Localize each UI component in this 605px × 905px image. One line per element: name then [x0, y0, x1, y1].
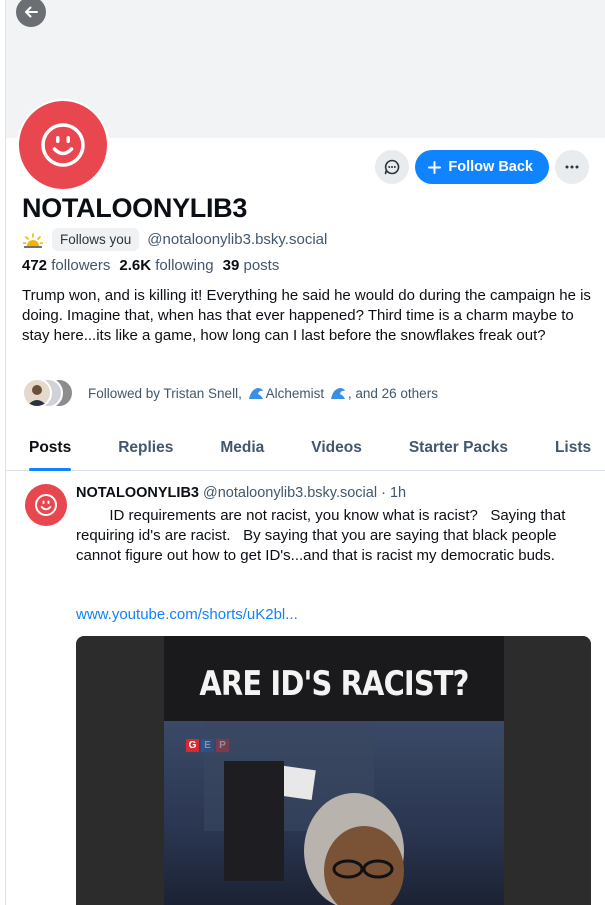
sun-icon [22, 230, 44, 250]
more-options-button[interactable] [555, 150, 589, 184]
tab-starter-packs[interactable]: Starter Packs [409, 425, 508, 470]
follow-back-button[interactable]: Follow Back [415, 150, 549, 184]
back-arrow-icon [25, 6, 38, 18]
person-thumbnail-image [204, 721, 404, 905]
tab-media[interactable]: Media [220, 425, 264, 470]
video-frame: ARE ID'S RACIST? GEP [164, 636, 504, 905]
following-stat[interactable]: 2.6K following [119, 257, 213, 274]
video-thumbnail: GEP [164, 721, 504, 905]
video-embed[interactable]: ARE ID'S RACIST? GEP [76, 636, 591, 905]
followers-stat[interactable]: 472 followers [22, 257, 110, 274]
post-author-name[interactable]: NOTALOONYLIB3 [76, 485, 199, 501]
smiley-face-icon [41, 123, 85, 167]
posts-stat: 39 posts [222, 257, 280, 274]
post-header: NOTALOONYLIB3 @notaloonylib3.bsky.social… [76, 485, 406, 501]
followed-by-row[interactable]: Followed by Tristan Snell, Alchemist , a… [22, 378, 438, 408]
profile-tabs: Posts Replies Media Videos Starter Packs… [6, 425, 605, 471]
tab-lists[interactable]: Lists [555, 425, 591, 470]
tab-replies[interactable]: Replies [118, 425, 173, 470]
display-name: NOTALOONYLIB3 [22, 193, 248, 223]
ellipsis-icon [565, 165, 579, 169]
follows-you-badge: Follows you [52, 228, 140, 251]
post-author-handle[interactable]: @notaloonylib3.bsky.social [203, 485, 377, 501]
profile-stats: 472 followers 2.6K following 39 posts [22, 257, 279, 274]
follower-avatars [22, 378, 74, 408]
video-title: ARE ID'S RACIST? [199, 664, 469, 704]
post-link[interactable]: www.youtube.com/shorts/uK2bl... [76, 606, 298, 623]
profile-avatar[interactable] [17, 99, 109, 191]
tab-posts[interactable]: Posts [29, 425, 72, 471]
profile-actions: Follow Back [375, 150, 589, 184]
profile-bio: Trump won, and is killing it! Everything… [22, 287, 591, 344]
avatar [22, 378, 52, 408]
post-text: ID requirements are not racist, you know… [76, 507, 570, 564]
post-author-avatar[interactable] [25, 484, 67, 526]
followed-by-text: Followed by Tristan Snell, Alchemist , a… [88, 385, 438, 401]
wave-icon [330, 387, 345, 399]
follow-back-label: Follow Back [448, 159, 533, 175]
plus-icon [428, 160, 442, 174]
chat-bubble-icon [385, 159, 400, 175]
smiley-face-icon [35, 494, 57, 516]
handle-row: Follows you @notaloonylib3.bsky.social [22, 228, 327, 251]
post-timestamp[interactable]: · 1h [381, 485, 406, 501]
wave-icon [248, 387, 263, 399]
tab-videos[interactable]: Videos [311, 425, 362, 470]
message-button[interactable] [375, 150, 410, 184]
profile-handle: @notaloonylib3.bsky.social [147, 231, 328, 248]
